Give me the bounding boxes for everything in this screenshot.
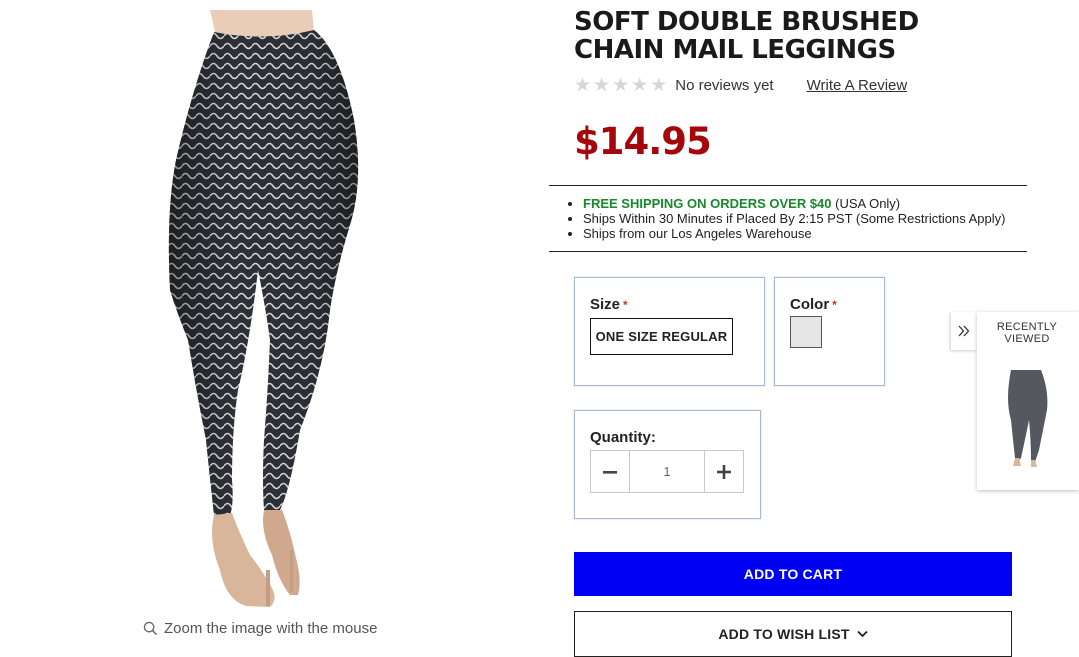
star-icon: ★ — [631, 75, 649, 96]
product-image[interactable] — [140, 10, 390, 610]
free-shipping-suffix: (USA Only) — [831, 196, 901, 211]
color-option-box: Color * — [774, 277, 885, 386]
shipping-item-warehouse: Ships from our Los Angeles Warehouse — [583, 226, 1027, 241]
add-to-wishlist-label: ADD TO WISH LIST — [718, 626, 850, 642]
free-shipping-text: FREE SHIPPING ON ORDERS OVER $40 — [583, 196, 832, 211]
plus-icon — [717, 464, 731, 479]
star-icon: ★ — [574, 75, 592, 96]
quantity-stepper — [590, 450, 744, 493]
shipping-info: FREE SHIPPING ON ORDERS OVER $40 (USA On… — [549, 185, 1027, 252]
rating-row: ★ ★ ★ ★ ★ No reviews yet Write A Review — [574, 76, 907, 95]
magnifier-icon — [143, 621, 158, 636]
recently-viewed-panel: RECENTLY VIEWED — [977, 312, 1079, 490]
zoom-hint-text: Zoom the image with the mouse — [164, 620, 378, 637]
quantity-label: Quantity: — [590, 429, 656, 446]
required-mark: * — [623, 298, 628, 312]
star-icon: ★ — [612, 75, 630, 96]
recently-viewed-title: RECENTLY VIEWED — [996, 321, 1058, 345]
chevron-down-icon — [857, 630, 868, 638]
reviews-count-text: No reviews yet — [675, 77, 774, 94]
size-label: Size * — [590, 296, 628, 313]
recently-viewed-thumbnail[interactable] — [1001, 370, 1053, 468]
add-to-wishlist-button[interactable]: ADD TO WISH LIST — [574, 611, 1012, 657]
quantity-decrement-button[interactable] — [591, 451, 629, 492]
required-mark: * — [832, 298, 837, 312]
add-to-cart-button[interactable]: ADD TO CART — [574, 552, 1012, 596]
star-icon: ★ — [650, 75, 668, 96]
recently-viewed-toggle[interactable] — [951, 312, 977, 350]
quantity-input[interactable] — [629, 451, 705, 492]
product-title: SOFT DOUBLE BRUSHED CHAIN MAIL LEGGINGS — [574, 7, 919, 65]
shipping-item-free: FREE SHIPPING ON ORDERS OVER $40 (USA On… — [583, 196, 1027, 211]
color-swatch[interactable] — [790, 316, 822, 348]
shipping-item-time: Ships Within 30 Minutes if Placed By 2:1… — [583, 211, 1027, 226]
quantity-box: Quantity: — [574, 410, 761, 519]
zoom-hint: Zoom the image with the mouse — [143, 620, 377, 637]
product-price: $14.95 — [574, 120, 712, 163]
double-chevron-right-icon — [958, 325, 970, 337]
color-label: Color * — [790, 296, 837, 313]
star-icon: ★ — [593, 75, 611, 96]
rating-stars: ★ ★ ★ ★ ★ — [574, 76, 667, 95]
size-option-one-size-regular[interactable]: ONE SIZE REGULAR — [590, 318, 733, 355]
write-review-link[interactable]: Write A Review — [807, 77, 908, 94]
quantity-increment-button[interactable] — [705, 451, 743, 492]
minus-icon — [603, 470, 617, 474]
size-option-box: Size * ONE SIZE REGULAR — [574, 277, 765, 386]
